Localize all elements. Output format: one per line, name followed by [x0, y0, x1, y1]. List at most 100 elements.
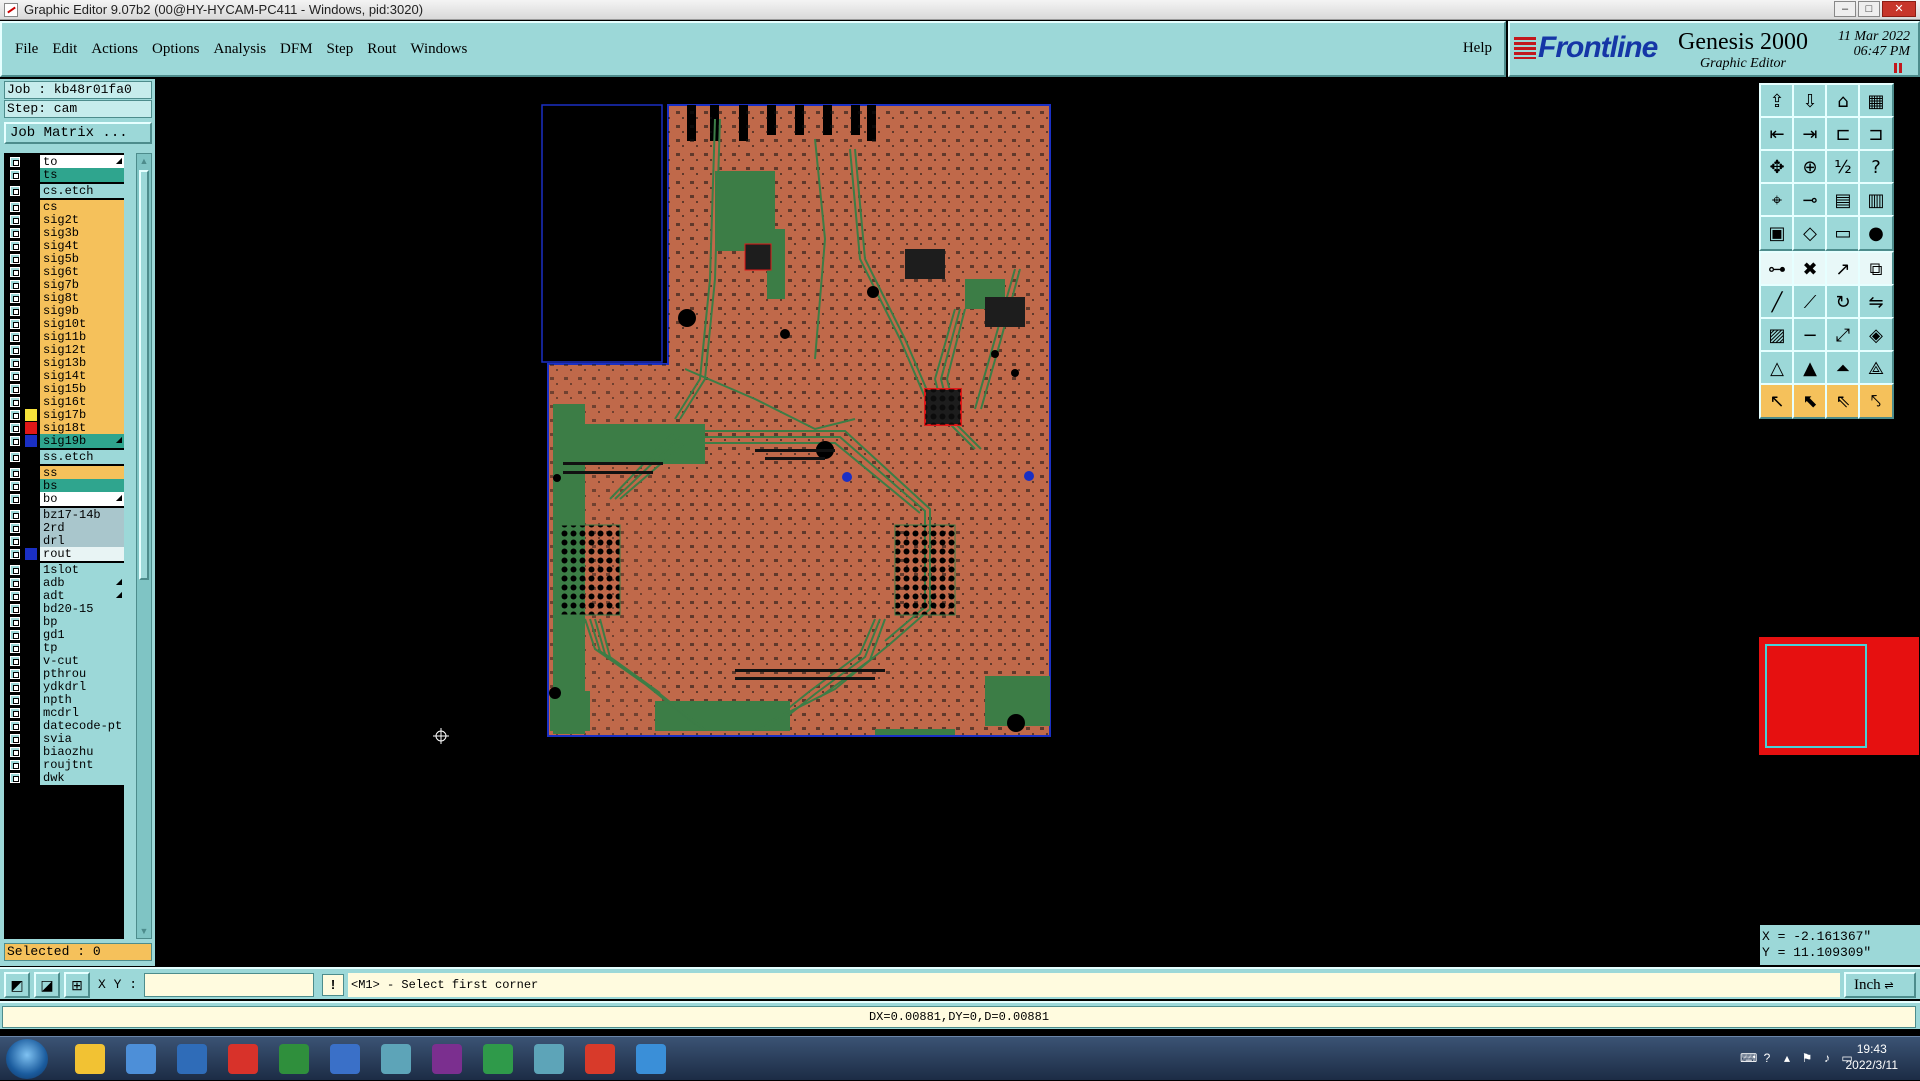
layer-row-sig10t[interactable]: sig10t [4, 317, 124, 331]
layer-checkbox[interactable] [10, 604, 20, 614]
layer-name[interactable]: bp [40, 615, 124, 629]
layer-checkbox[interactable] [10, 565, 20, 575]
layer-color-swatch[interactable] [25, 535, 37, 547]
layer-name[interactable]: adt [40, 589, 124, 603]
layer-row-1slot[interactable]: 1slot [4, 563, 124, 577]
close-button[interactable]: ✕ [1882, 1, 1916, 17]
layer-color-swatch[interactable] [25, 292, 37, 304]
layer-checkbox[interactable] [10, 384, 20, 394]
layer-name[interactable]: ss.etch [40, 450, 124, 464]
layer-color-swatch[interactable] [25, 370, 37, 382]
window-layout-tool-button[interactable]: ▦ [1858, 83, 1894, 119]
layer-checkbox[interactable] [10, 510, 20, 520]
menu-analysis[interactable]: Analysis [214, 41, 267, 58]
pcb-board-view[interactable] [155, 79, 1755, 966]
layer-name[interactable]: dwk [40, 771, 124, 785]
tray-arrow-icon[interactable]: ▴ [1780, 1051, 1794, 1065]
layer-color-swatch[interactable] [25, 435, 37, 447]
layer-row-pthrou[interactable]: pthrou [4, 667, 124, 681]
layer-checkbox[interactable] [10, 267, 20, 277]
layer-color-swatch[interactable] [25, 681, 37, 693]
scroll-down-icon[interactable]: ▼ [139, 925, 149, 937]
taskbar-shell[interactable] [62, 1039, 118, 1079]
layer-color-swatch[interactable] [25, 331, 37, 343]
layer-row-roujtnt[interactable]: roujtnt [4, 758, 124, 772]
layer-color-swatch[interactable] [25, 318, 37, 330]
fill-tool-button[interactable]: ▨ [1759, 317, 1795, 353]
layer-name[interactable]: adb [40, 576, 124, 590]
layer-checkbox[interactable] [10, 371, 20, 381]
window-title-bar[interactable]: Graphic Editor 9.07b2 (00@HY-HYCAM-PC411… [0, 0, 1920, 20]
layer-row-sig6t[interactable]: sig6t [4, 265, 124, 279]
layer-color-swatch[interactable] [25, 266, 37, 278]
layer-checkbox[interactable] [10, 760, 20, 770]
layer-color-swatch[interactable] [25, 467, 37, 479]
taskbar-word[interactable] [317, 1039, 373, 1079]
layer-checkbox[interactable] [10, 241, 20, 251]
layer-color-swatch[interactable] [25, 169, 37, 181]
snap-angle-icon[interactable]: ◪ [34, 972, 60, 998]
layer-name[interactable]: cs.etch [40, 184, 124, 198]
layer-checkbox[interactable] [10, 617, 20, 627]
taskbar-save-disk[interactable] [164, 1039, 220, 1079]
layer-row-sig15b[interactable]: sig15b [4, 382, 124, 396]
layer-color-swatch[interactable] [25, 694, 37, 706]
layer-name[interactable]: sig13b [40, 356, 124, 370]
layer-checkbox[interactable] [10, 319, 20, 329]
minimap-viewport[interactable] [1765, 644, 1867, 748]
layer-row-sig4t[interactable]: sig4t [4, 239, 124, 253]
layer-name[interactable]: sig6t [40, 265, 124, 279]
layer-checkbox[interactable] [10, 721, 20, 731]
layer-color-swatch[interactable] [25, 759, 37, 771]
layer-color-swatch[interactable] [25, 668, 37, 680]
arc-line-tool-button[interactable]: ⟋ [1792, 284, 1828, 320]
layer-checkbox[interactable] [10, 332, 20, 342]
layer-color-swatch[interactable] [25, 185, 37, 197]
layer-color-swatch[interactable] [25, 772, 37, 784]
layer-color-swatch[interactable] [25, 201, 37, 213]
menu-actions[interactable]: Actions [91, 41, 138, 58]
layer-name[interactable]: sig4t [40, 239, 124, 253]
menu-dfm[interactable]: DFM [280, 41, 313, 58]
layer-name[interactable]: sig12t [40, 343, 124, 357]
surface-tool-button[interactable]: ◈ [1858, 317, 1894, 353]
probe-tool-button[interactable]: ⊸ [1792, 182, 1828, 218]
route-tool-button[interactable]: ⤣ [1858, 383, 1894, 419]
copy-tool-button[interactable]: ⧉ [1858, 251, 1894, 287]
layer-row-bd20-15[interactable]: bd20-15 [4, 602, 124, 616]
layer-color-swatch[interactable] [25, 577, 37, 589]
layer-color-swatch[interactable] [25, 279, 37, 291]
tray-clock[interactable]: 19:43 2022/3/11 [1846, 1041, 1899, 1073]
export-tool-button[interactable]: ⇥ [1792, 116, 1828, 152]
xy-input[interactable] [144, 973, 314, 997]
layer-row-bo[interactable]: bo [4, 492, 124, 506]
layer-color-swatch[interactable] [25, 383, 37, 395]
layer-color-swatch[interactable] [25, 642, 37, 654]
layer-name[interactable]: roujtnt [40, 758, 124, 772]
keyboard-icon[interactable]: ⌨ [1740, 1051, 1757, 1065]
layer-name[interactable]: ss [40, 466, 124, 480]
layer-name[interactable]: mcdrl [40, 706, 124, 720]
layer-color-swatch[interactable] [25, 707, 37, 719]
scroll-up-icon[interactable]: ▲ [139, 155, 149, 167]
layer-row-adt[interactable]: adt [4, 589, 124, 603]
layer-checkbox[interactable] [10, 773, 20, 783]
pad-tool-button[interactable]: ▣ [1759, 215, 1795, 251]
layer-color-swatch[interactable] [25, 564, 37, 576]
layer-checkbox[interactable] [10, 157, 20, 167]
layer-name[interactable]: npth [40, 693, 124, 707]
layer-list-scrollbar[interactable]: ▲ ▼ [136, 153, 152, 939]
layer-checkbox[interactable] [10, 293, 20, 303]
menu-step[interactable]: Step [327, 41, 354, 58]
layer-row-cs.etch[interactable]: cs.etch [4, 184, 124, 198]
layer-compare-tool-button[interactable]: ▥ [1858, 182, 1894, 218]
layer-row-bp[interactable]: bp [4, 615, 124, 629]
menu-file[interactable]: File [15, 41, 38, 58]
layer-row-sig14t[interactable]: sig14t [4, 369, 124, 383]
minimize-button[interactable]: – [1834, 1, 1856, 17]
triangle-tool-button[interactable]: △ [1759, 350, 1795, 386]
layer-color-swatch[interactable] [25, 720, 37, 732]
layer-name[interactable]: datecode-pt [40, 719, 124, 733]
layer-row-adb[interactable]: adb [4, 576, 124, 590]
layer-row-rout[interactable]: rout [4, 547, 124, 561]
